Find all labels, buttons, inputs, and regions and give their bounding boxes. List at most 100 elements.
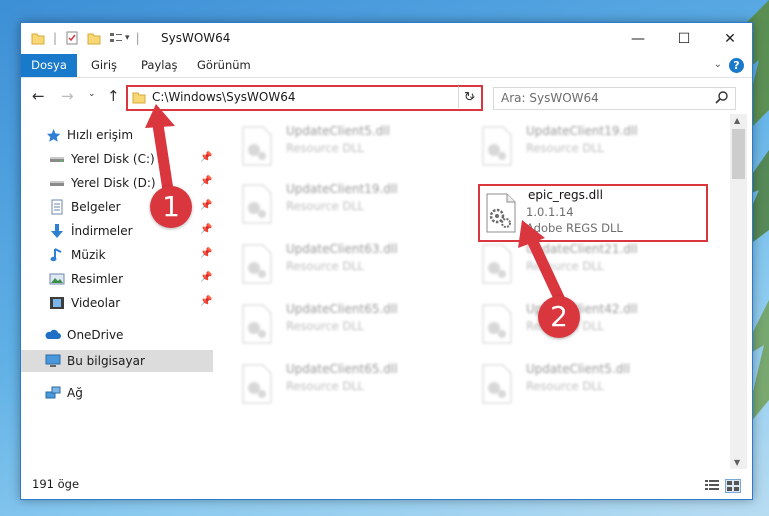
pin-icon[interactable]: 📌 xyxy=(200,248,212,259)
pictures-icon xyxy=(49,271,65,287)
pin-icon[interactable]: 📌 xyxy=(200,176,212,187)
step-2-badge: 2 xyxy=(538,296,580,338)
tab-share[interactable]: Paylaş xyxy=(141,54,178,77)
file-name: UpdateClient65.dll xyxy=(286,362,398,376)
vertical-scrollbar[interactable]: ▲ ▼ xyxy=(730,114,747,469)
details-view-icon[interactable] xyxy=(705,479,719,491)
file-name: UpdateClient5.dll xyxy=(286,124,390,138)
dll-file-icon xyxy=(486,193,516,233)
pin-icon[interactable]: 📌 xyxy=(200,200,212,211)
expand-ribbon-icon[interactable]: ⌄ xyxy=(714,59,722,70)
dll-file-icon xyxy=(482,304,512,344)
file-name: epic_regs.dll xyxy=(528,188,603,202)
folder-icon xyxy=(132,92,146,104)
file-item[interactable]: UpdateClient42.dll Resource DLL xyxy=(480,300,710,348)
sidebar-item-music[interactable]: Müzik 📌 xyxy=(21,244,241,266)
music-icon xyxy=(49,247,65,263)
navigation-pane: Hızlı erişim Yerel Disk (C:) 📌 Yerel Dis… xyxy=(21,114,213,469)
videos-icon xyxy=(49,295,65,311)
folder-icon xyxy=(31,33,45,45)
file-name: UpdateClient5.dll xyxy=(526,362,630,376)
file-item[interactable]: UpdateClient5.dll Resource DLL xyxy=(480,360,710,408)
file-description: Resource DLL xyxy=(286,259,365,273)
search-input[interactable]: Ara: SysWOW64 xyxy=(493,87,736,110)
dll-file-icon xyxy=(242,126,272,166)
file-description: Resource DLL xyxy=(286,319,365,333)
separator: | xyxy=(135,31,140,45)
help-button[interactable]: ? xyxy=(729,58,744,73)
cloud-icon xyxy=(45,327,61,343)
sidebar-item-label: Hızlı erişim xyxy=(67,128,134,142)
sidebar-item-local-disk-d[interactable]: Yerel Disk (D:) 📌 xyxy=(21,172,241,194)
sidebar-item-network[interactable]: Ağ xyxy=(21,382,237,404)
pin-icon[interactable]: 📌 xyxy=(200,272,212,283)
status-bar: 191 öge xyxy=(21,470,752,498)
sidebar-item-label: Resimler xyxy=(71,272,124,286)
sidebar-item-downloads[interactable]: İndirmeler 📌 xyxy=(21,220,241,242)
scroll-down-icon[interactable]: ▼ xyxy=(734,458,740,467)
sidebar-item-label: Müzik xyxy=(71,248,106,262)
minimize-button[interactable]: — xyxy=(615,23,661,54)
refresh-icon[interactable]: ↻ xyxy=(458,86,480,108)
pin-icon[interactable]: 📌 xyxy=(200,296,212,307)
address-bar[interactable]: C:\Windows\SysWOW64 ⌄ xyxy=(126,85,483,111)
close-button[interactable]: ✕ xyxy=(707,23,753,54)
list-icon[interactable] xyxy=(109,31,123,45)
sidebar-item-label: Yerel Disk (C:) xyxy=(71,152,155,166)
quick-access-toolbar: | ▾ | xyxy=(31,30,146,46)
computer-icon xyxy=(45,353,61,369)
sidebar-item-pictures[interactable]: Resimler 📌 xyxy=(21,268,241,290)
forward-arrow-icon[interactable]: → xyxy=(61,87,74,105)
drive-icon xyxy=(49,175,65,191)
sidebar-item-videos[interactable]: Videolar 📌 xyxy=(21,292,241,314)
dll-file-icon xyxy=(482,126,512,166)
dll-file-icon xyxy=(482,244,512,284)
maximize-button[interactable]: ☐ xyxy=(661,23,707,54)
sidebar-item-documents[interactable]: Belgeler 📌 xyxy=(21,196,241,218)
file-description: Resource DLL xyxy=(526,379,605,393)
recent-locations-icon[interactable]: ⌄ xyxy=(88,89,96,99)
up-arrow-icon[interactable]: ↑ xyxy=(107,87,120,105)
properties-icon[interactable] xyxy=(65,31,79,45)
file-description: Resource DLL xyxy=(526,259,605,273)
file-item[interactable]: UpdateClient21.dll Resource DLL xyxy=(480,240,710,288)
separator: | xyxy=(53,31,58,45)
file-item[interactable]: UpdateClient65.dll Resource DLL xyxy=(240,300,470,348)
back-arrow-icon[interactable]: ← xyxy=(32,87,45,105)
tab-view[interactable]: Görünüm xyxy=(197,54,251,77)
file-item[interactable]: UpdateClient63.dll Resource DLL xyxy=(240,240,470,288)
scroll-up-icon[interactable]: ▲ xyxy=(734,116,740,125)
file-description: Adobe REGS DLL xyxy=(526,221,623,235)
tab-file[interactable]: Dosya xyxy=(21,54,77,77)
file-name: UpdateClient19.dll xyxy=(526,124,638,138)
sidebar-item-onedrive[interactable]: OneDrive xyxy=(21,324,237,346)
sidebar-item-this-pc[interactable]: Bu bilgisayar xyxy=(21,350,213,372)
search-placeholder: Ara: SysWOW64 xyxy=(501,91,599,105)
file-item-epic-regs[interactable]: epic_regs.dll 1.0.1.14 Adobe REGS DLL xyxy=(478,184,708,242)
address-path: C:\Windows\SysWOW64 xyxy=(152,90,296,104)
sidebar-item-local-disk-c[interactable]: Yerel Disk (C:) 📌 xyxy=(21,148,241,170)
customize-dropdown-icon[interactable]: ▾ xyxy=(125,33,130,43)
scrollbar-thumb[interactable] xyxy=(732,129,745,179)
pin-icon[interactable]: 📌 xyxy=(200,224,212,235)
file-description: Resource DLL xyxy=(286,141,365,155)
sidebar-item-label: Videolar xyxy=(71,296,121,310)
file-name: UpdateClient65.dll xyxy=(286,302,398,316)
title-bar: | ▾ | SysWOW64 — ☐ ✕ xyxy=(21,23,752,54)
file-item[interactable]: UpdateClient19.dll Resource DLL xyxy=(240,180,470,228)
file-list: UpdateClient5.dll Resource DLL UpdateCli… xyxy=(214,114,730,469)
file-description: Resource DLL xyxy=(286,199,365,213)
tab-home[interactable]: Giriş xyxy=(91,54,117,77)
dll-file-icon xyxy=(482,364,512,404)
file-item[interactable]: UpdateClient65.dll Resource DLL xyxy=(240,360,470,408)
file-description: Resource DLL xyxy=(286,379,365,393)
file-description: Resource DLL xyxy=(526,141,605,155)
tiles-view-icon[interactable] xyxy=(725,479,741,493)
pin-icon[interactable]: 📌 xyxy=(200,152,212,163)
new-folder-icon[interactable] xyxy=(87,31,101,45)
file-item[interactable]: UpdateClient19.dll Resource DLL xyxy=(480,122,710,170)
file-item[interactable]: UpdateClient5.dll Resource DLL xyxy=(240,122,470,170)
sidebar-item-quick-access[interactable]: Hızlı erişim xyxy=(21,124,237,146)
file-name: UpdateClient21.dll xyxy=(526,242,638,256)
explorer-window: | ▾ | SysWOW64 — ☐ ✕ Dosya Giriş Paylaş … xyxy=(20,22,753,500)
